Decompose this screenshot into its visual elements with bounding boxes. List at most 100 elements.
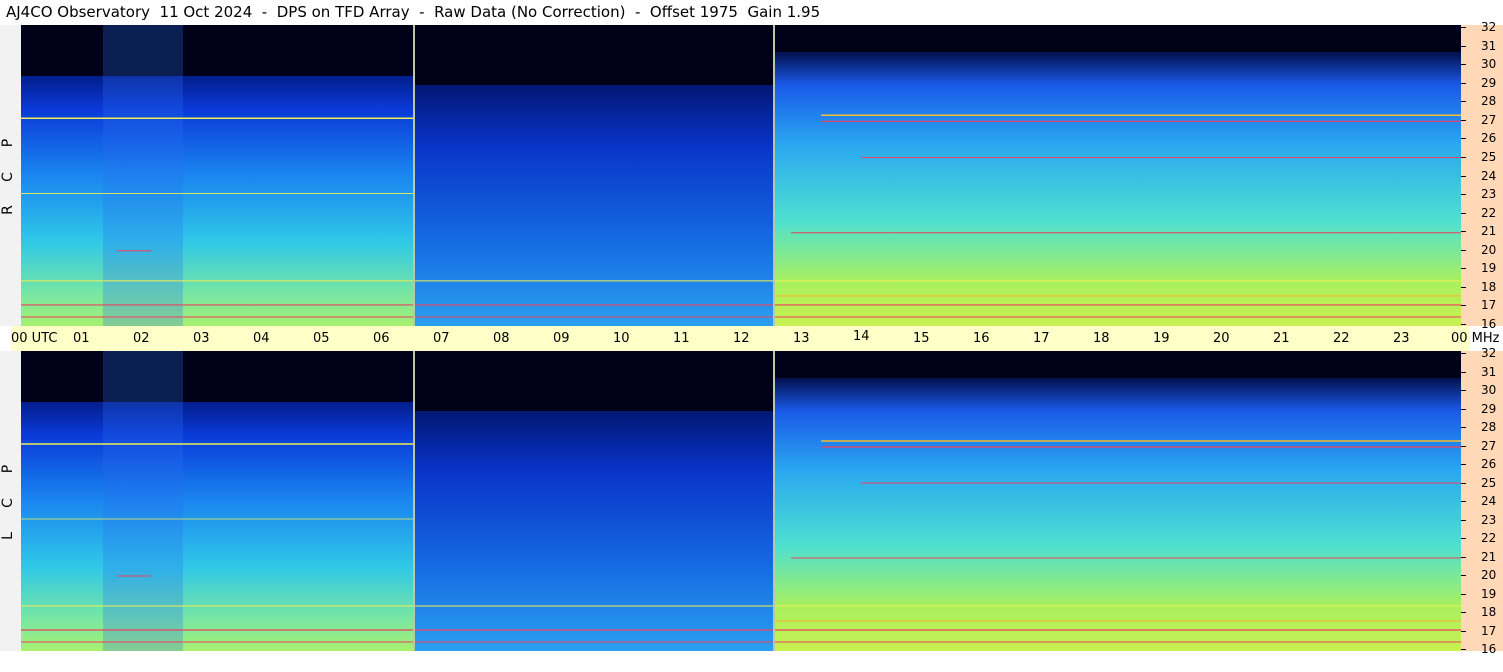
mhz-tick xyxy=(1461,372,1466,373)
mhz-tick-label: 21 xyxy=(1481,550,1497,564)
mhz-tick-label: 27 xyxy=(1481,439,1497,453)
utc-tick-label: 11 xyxy=(673,331,690,346)
mhz-tick-label: 28 xyxy=(1481,420,1497,434)
utc-tick-label: 17 xyxy=(1033,331,1050,346)
mhz-tick xyxy=(1461,520,1466,521)
mhz-tick-label: 22 xyxy=(1481,531,1497,545)
mhz-tick-label: 19 xyxy=(1481,587,1497,601)
utc-tick-label: 03 xyxy=(193,331,210,346)
utc-tick-label: 01 xyxy=(73,331,90,346)
mhz-tick-label: 20 xyxy=(1481,568,1497,582)
mhz-tick xyxy=(1461,538,1466,539)
utc-tick-label: 13 xyxy=(793,331,810,346)
spectrogram-dark-region xyxy=(414,351,774,411)
mhz-tick-label: 16 xyxy=(1481,317,1497,331)
mhz-tick xyxy=(1461,390,1466,391)
mhz-tick xyxy=(1461,501,1466,502)
mhz-tick-label: 18 xyxy=(1481,280,1497,294)
mhz-tick-label: 30 xyxy=(1481,57,1497,71)
utc-tick-label: 02 xyxy=(133,331,150,346)
mhz-tick-label: 18 xyxy=(1481,605,1497,619)
utc-tick-label: 00 MHz xyxy=(1451,331,1500,346)
mhz-tick xyxy=(1461,409,1466,410)
mhz-tick xyxy=(1461,324,1466,325)
mhz-tick xyxy=(1461,305,1466,306)
mhz-tick-label: 22 xyxy=(1481,206,1497,220)
mhz-tick xyxy=(1461,631,1466,632)
utc-tick-label: 19 xyxy=(1153,331,1170,346)
spectrogram-dark-region xyxy=(414,25,774,85)
spectrogram-lcp-svg xyxy=(21,351,1461,651)
mhz-tick-label: 32 xyxy=(1481,20,1497,34)
utc-tick-label: 04 xyxy=(253,331,270,346)
mhz-tick xyxy=(1461,157,1466,158)
spectrogram-dark-region xyxy=(774,351,1461,378)
mhz-tick xyxy=(1461,483,1466,484)
mhz-tick xyxy=(1461,649,1466,650)
utc-tick-label: 14 xyxy=(853,329,870,344)
utc-tick-label: 21 xyxy=(1273,331,1290,346)
mhz-tick xyxy=(1461,250,1466,251)
spectrogram-dark-region xyxy=(21,351,414,402)
mhz-tick xyxy=(1461,101,1466,102)
spectrogram-rcp-svg xyxy=(21,25,1461,326)
pol-label-strip-bottom: L C P xyxy=(0,351,21,651)
utc-tick-label: 22 xyxy=(1333,331,1350,346)
mhz-tick-label: 29 xyxy=(1481,402,1497,416)
mhz-tick xyxy=(1461,176,1466,177)
spectrogram-lcp xyxy=(21,351,1461,651)
mhz-tick xyxy=(1461,138,1466,139)
mhz-tick xyxy=(1461,268,1466,269)
mhz-tick xyxy=(1461,120,1466,121)
mhz-tick xyxy=(1461,594,1466,595)
mhz-tick xyxy=(1461,27,1466,28)
utc-tick-label: 06 xyxy=(373,331,390,346)
frequency-axis-top: 32 31 30 29 28 27 26 25 24 23 22 21 20 19 18 17 16 xyxy=(1461,20,1503,331)
mhz-tick-label: 17 xyxy=(1481,624,1497,638)
utc-tick-label: 05 xyxy=(313,331,330,346)
utc-tick-label: 07 xyxy=(433,331,450,346)
polarization-label-letter: C xyxy=(0,172,16,182)
mhz-tick-label: 26 xyxy=(1481,457,1497,471)
polarization-label-letter: C xyxy=(0,498,16,508)
mhz-tick-label: 21 xyxy=(1481,224,1497,238)
polarization-label-letter: P xyxy=(0,464,16,474)
utc-tick-label: 00 UTC xyxy=(11,331,58,346)
polarization-label-letter: R xyxy=(0,205,16,215)
mhz-tick xyxy=(1461,287,1466,288)
mhz-tick xyxy=(1461,64,1466,65)
polarization-label-letter: P xyxy=(0,138,16,148)
utc-tick-label: 08 xyxy=(493,331,510,346)
mhz-tick-label: 24 xyxy=(1481,494,1497,508)
mhz-tick-label: 29 xyxy=(1481,76,1497,90)
utc-tick-label: 12 xyxy=(733,331,750,346)
mhz-tick xyxy=(1461,194,1466,195)
mhz-tick xyxy=(1461,353,1466,354)
polarization-label-letter: L xyxy=(0,532,16,540)
mhz-tick xyxy=(1461,464,1466,465)
mhz-tick xyxy=(1461,231,1466,232)
chart-title: AJ4CO Observatory 11 Oct 2024 - DPS on T… xyxy=(6,3,821,21)
mhz-tick-label: 23 xyxy=(1481,513,1497,527)
mhz-tick-label: 17 xyxy=(1481,298,1497,312)
mhz-tick-label: 23 xyxy=(1481,187,1497,201)
utc-tick-label: 16 xyxy=(973,331,990,346)
mhz-tick xyxy=(1461,612,1466,613)
utc-tick-label: 23 xyxy=(1393,331,1410,346)
mhz-tick xyxy=(1461,557,1466,558)
mhz-tick-label: 32 xyxy=(1481,346,1497,360)
mhz-tick xyxy=(1461,83,1466,84)
mhz-tick-label: 16 xyxy=(1481,642,1497,656)
mhz-tick-label: 25 xyxy=(1481,476,1497,490)
mhz-tick-label: 31 xyxy=(1481,39,1497,53)
mhz-tick xyxy=(1461,575,1466,576)
mhz-tick xyxy=(1461,213,1466,214)
spectrogram-dark-region xyxy=(21,25,414,76)
utc-tick-label: 09 xyxy=(553,331,570,346)
mhz-tick xyxy=(1461,427,1466,428)
spectrogram-dark-region xyxy=(774,25,1461,52)
mhz-tick-label: 28 xyxy=(1481,94,1497,108)
mhz-tick-label: 30 xyxy=(1481,383,1497,397)
utc-time-axis: 00 UTC 01 02 03 04 05 06 07 08 09 10 11 12 13 14 15 16 17… xyxy=(11,326,1500,351)
mhz-tick-label: 25 xyxy=(1481,150,1497,164)
